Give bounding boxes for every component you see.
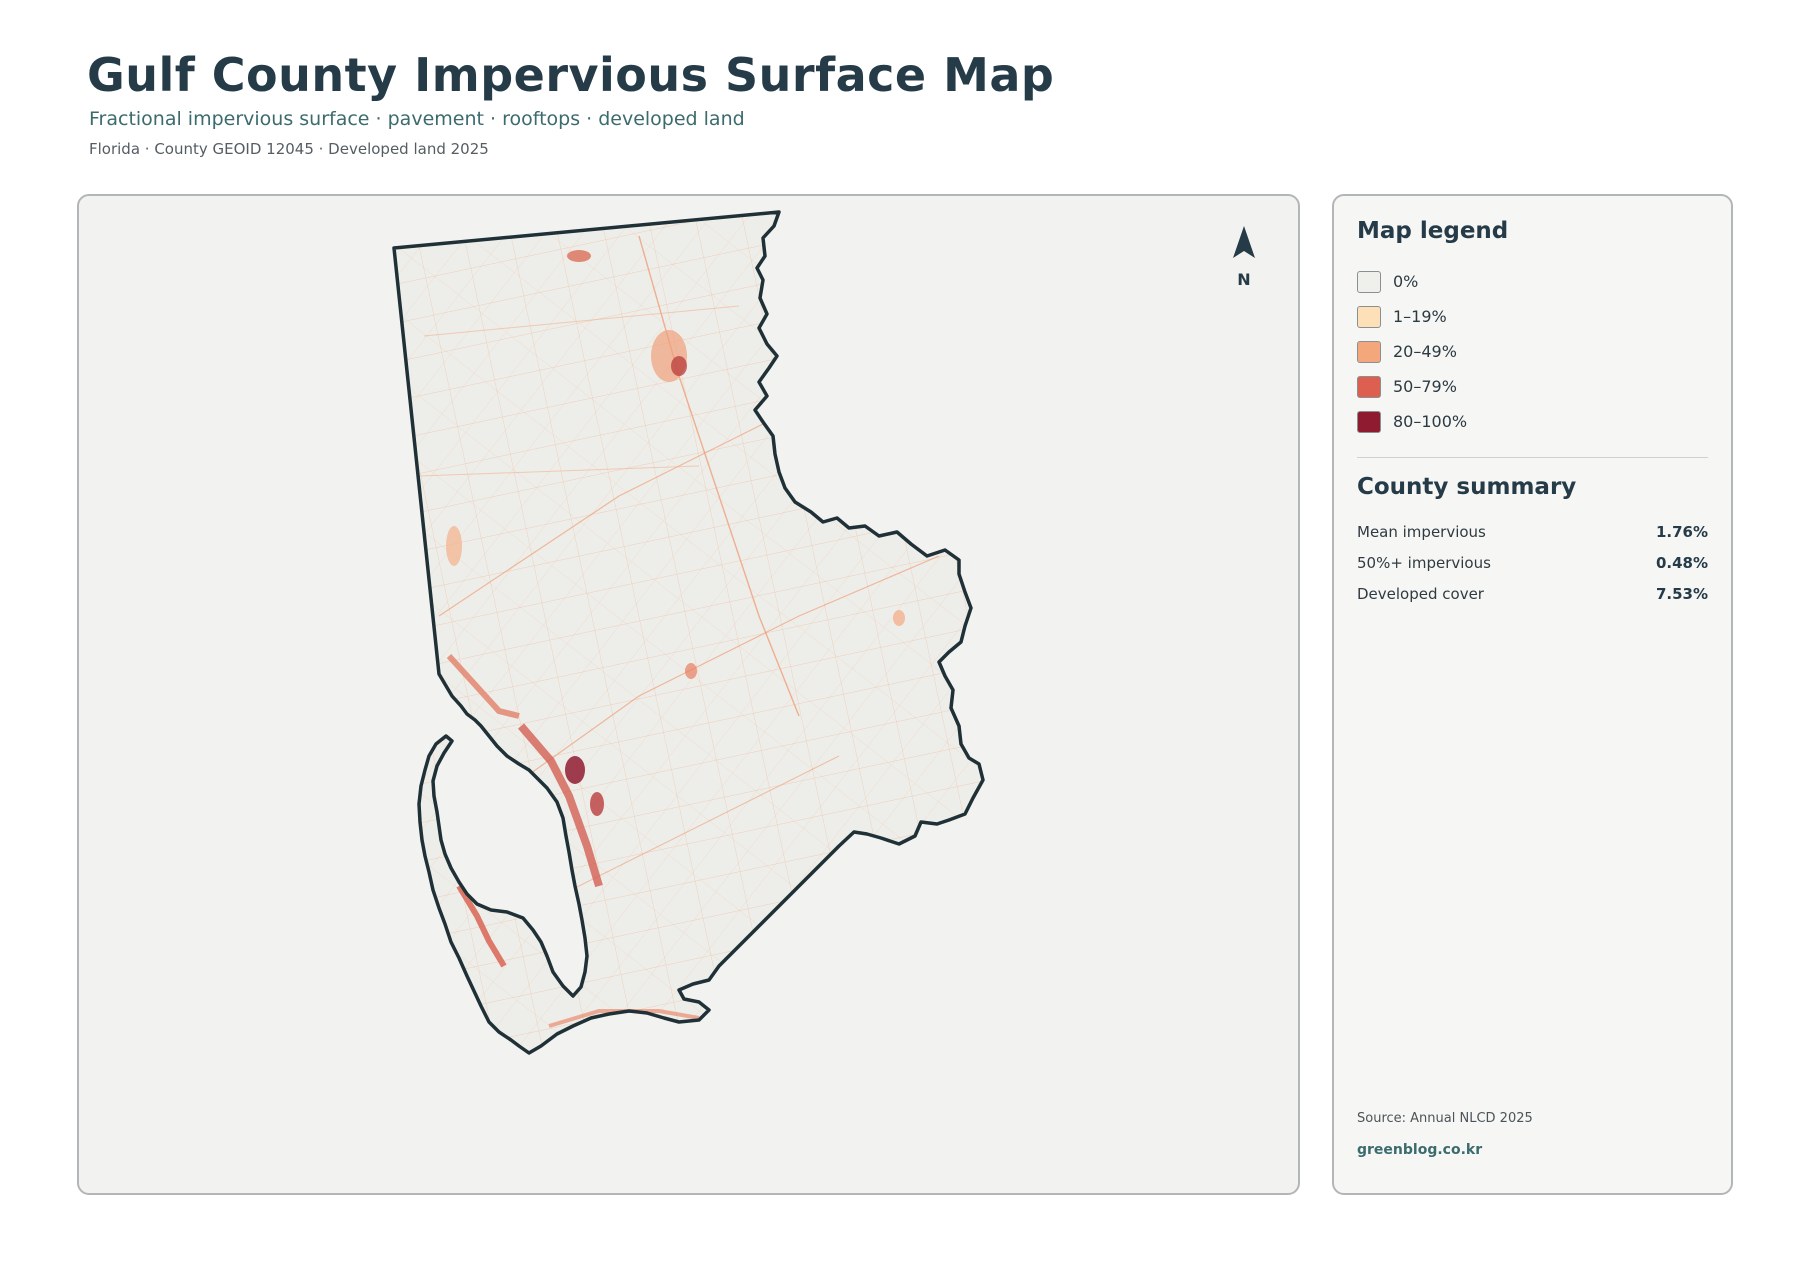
summary-label: 50%+ impervious [1357,553,1491,572]
legend-label: 1–19% [1393,307,1447,326]
summary-value: 0.48% [1655,553,1708,572]
page-subtitle: Fractional impervious surface · pavement… [89,108,745,130]
summary-row: 50%+ impervious 0.48% [1357,547,1708,578]
legend-divider [1357,457,1708,458]
legend-list: 0% 1–19% 20–49% 50–79% 80–100% [1357,264,1467,439]
legend-item: 50–79% [1357,369,1467,404]
legend-label: 0% [1393,272,1419,291]
summary-title: County summary [1357,474,1577,500]
map-panel[interactable] [77,194,1300,1195]
legend-item: 80–100% [1357,404,1467,439]
legend-item: 20–49% [1357,334,1467,369]
legend-label: 20–49% [1393,342,1457,361]
summary-list: Mean impervious 1.76% 50%+ impervious 0.… [1357,516,1708,609]
legend-swatch [1357,410,1381,433]
credit-link[interactable]: greenblog.co.kr [1357,1142,1482,1158]
legend-item: 1–19% [1357,299,1467,334]
legend-label: 80–100% [1393,412,1468,431]
north-arrow: N [1220,224,1268,289]
summary-label: Developed cover [1357,584,1484,603]
summary-row: Mean impervious 1.76% [1357,516,1708,547]
north-label: N [1237,270,1251,289]
impervious-raster [394,212,983,1053]
legend-title: Map legend [1357,218,1509,244]
legend-swatch [1357,305,1381,328]
summary-value: 1.76% [1655,522,1708,541]
legend-swatch [1357,340,1381,363]
legend-swatch [1357,270,1381,293]
north-arrow-icon [1233,226,1255,258]
page-title: Gulf County Impervious Surface Map [87,48,1055,102]
summary-value: 7.53% [1655,584,1708,603]
summary-row: Developed cover 7.53% [1357,578,1708,609]
page-meta: Florida · County GEOID 12045 · Developed… [89,140,489,158]
county-map[interactable] [79,196,1300,1195]
legend-item: 0% [1357,264,1467,299]
source-note: Source: Annual NLCD 2025 [1357,1111,1533,1126]
summary-label: Mean impervious [1357,522,1486,541]
legend-panel: Map legend 0% 1–19% 20–49% 50–79% 80–100… [1332,194,1733,1195]
legend-swatch [1357,375,1381,398]
legend-label: 50–79% [1393,377,1457,396]
